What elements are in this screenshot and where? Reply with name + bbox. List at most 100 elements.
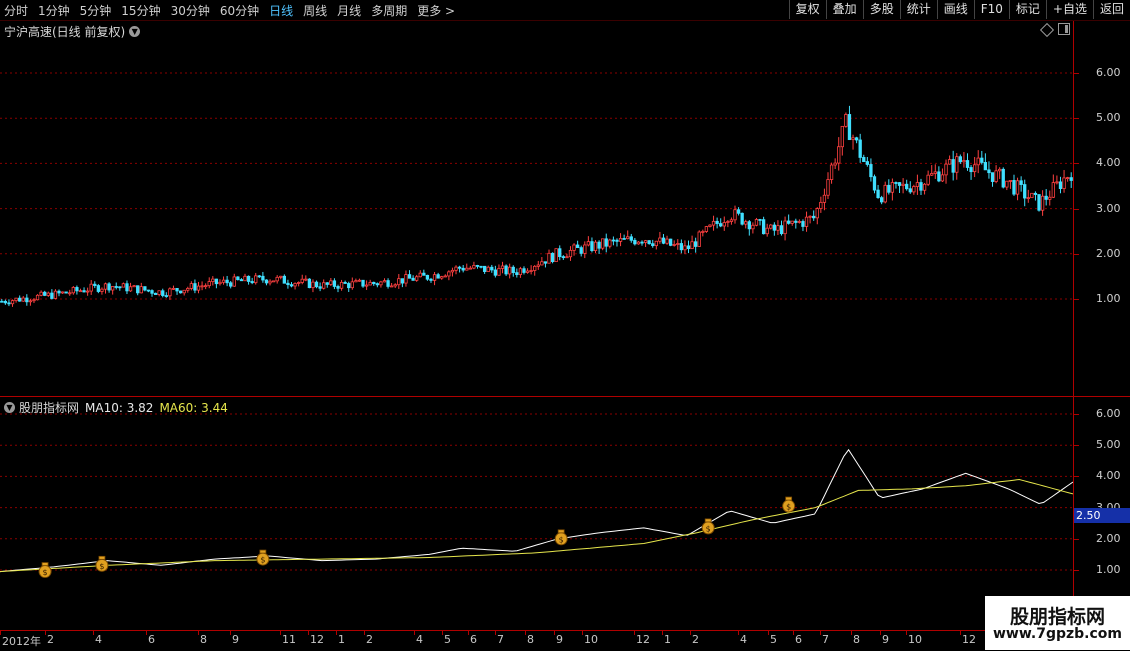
period-tab-0[interactable]: 分时 xyxy=(4,2,28,19)
candle xyxy=(754,217,759,227)
x-label-11: 5 xyxy=(444,633,451,646)
candle xyxy=(429,277,433,283)
candle xyxy=(121,282,126,288)
candle xyxy=(329,278,333,286)
candle xyxy=(558,245,562,261)
toolbar-button-2[interactable]: 多股 xyxy=(862,0,900,19)
indicator-pane[interactable]: ▼ 股朋指标网 MA10: 3.82 MA60: 3.44 $ $ $ $ $ $ xyxy=(0,397,1073,630)
period-tab-2[interactable]: 5分钟 xyxy=(80,2,112,19)
candle xyxy=(654,240,658,250)
candle xyxy=(497,264,501,276)
candle xyxy=(601,238,605,251)
x-tick xyxy=(960,631,961,635)
candle xyxy=(930,165,934,176)
candle xyxy=(658,231,662,244)
x-tick xyxy=(525,631,526,635)
toolbar-button-6[interactable]: 标记 xyxy=(1008,0,1046,19)
candle xyxy=(579,245,583,257)
panel-toggle-icon[interactable] xyxy=(1058,23,1070,35)
candle xyxy=(744,219,748,229)
candle xyxy=(93,281,97,289)
candlestick-pane[interactable]: 宁沪高速(日线 前复权) ▼ xyxy=(0,21,1073,396)
candle xyxy=(404,270,408,287)
x-tick xyxy=(45,631,46,635)
candle xyxy=(425,274,430,281)
svg-text:$: $ xyxy=(786,503,791,512)
candle xyxy=(1019,176,1023,192)
candle xyxy=(815,207,819,225)
toolbar-button-7[interactable]: +自选 xyxy=(1045,0,1093,19)
candle xyxy=(407,270,412,279)
candle xyxy=(908,181,912,194)
period-tab-8[interactable]: 月线 xyxy=(337,2,361,19)
candle xyxy=(955,153,959,180)
money-bag-icon: $ xyxy=(95,555,109,572)
candle xyxy=(518,266,523,278)
x-label-6: 11 xyxy=(282,633,296,646)
toolbar-button-8[interactable]: 返回 xyxy=(1092,0,1130,19)
candle xyxy=(243,273,247,282)
candle xyxy=(447,270,451,281)
candle xyxy=(1033,191,1038,201)
x-tick xyxy=(414,631,415,635)
period-tab-1[interactable]: 1分钟 xyxy=(38,2,70,19)
candle xyxy=(879,195,884,205)
x-tick xyxy=(308,631,309,635)
candle xyxy=(465,263,469,271)
toolbar-button-1[interactable]: 叠加 xyxy=(825,0,863,19)
candle xyxy=(332,278,337,290)
candle xyxy=(922,182,927,195)
candle xyxy=(676,239,680,250)
candle xyxy=(533,265,537,276)
main-y-tick-4: 2.00 xyxy=(1096,246,1121,260)
candle xyxy=(118,286,122,291)
candle xyxy=(440,275,444,280)
candle xyxy=(343,280,347,284)
toolbar-button-3[interactable]: 统计 xyxy=(899,0,937,19)
x-label-18: 1 xyxy=(664,633,671,646)
candle xyxy=(661,234,666,245)
diamond-icon[interactable] xyxy=(1039,22,1055,38)
period-tab-6[interactable]: 日线 xyxy=(269,2,293,19)
candle xyxy=(643,239,648,247)
x-label-1: 2 xyxy=(47,633,54,646)
candle xyxy=(715,217,719,229)
period-tab-10[interactable]: 更多 > xyxy=(417,2,455,19)
ind-y-tick-5: 1.00 xyxy=(1096,563,1121,576)
candle xyxy=(475,264,480,269)
period-tab-7[interactable]: 周线 xyxy=(303,2,327,19)
toolbar-button-5[interactable]: F10 xyxy=(973,0,1009,19)
candle xyxy=(347,281,351,292)
period-tab-5[interactable]: 60分钟 xyxy=(220,2,259,19)
candle xyxy=(246,275,251,285)
candle xyxy=(221,276,226,285)
candle xyxy=(801,219,805,232)
candle xyxy=(314,280,319,289)
period-tab-3[interactable]: 15分钟 xyxy=(121,2,160,19)
candle xyxy=(282,274,286,284)
candle xyxy=(840,125,844,156)
candle xyxy=(111,286,115,295)
candle xyxy=(386,278,390,289)
candle xyxy=(622,234,626,240)
candle xyxy=(747,220,751,236)
candle xyxy=(736,207,741,216)
candlestick-chart xyxy=(0,72,1073,307)
candle xyxy=(472,261,476,270)
candle xyxy=(289,282,294,288)
candle xyxy=(905,179,909,191)
candle xyxy=(765,223,769,237)
candle xyxy=(393,283,397,289)
candle xyxy=(186,286,190,293)
x-label-9: 2 xyxy=(366,633,373,646)
candle xyxy=(68,289,72,296)
toolbar-button-0[interactable]: 复权 xyxy=(788,0,826,19)
toolbar-button-4[interactable]: 画线 xyxy=(936,0,974,19)
period-tab-4[interactable]: 30分钟 xyxy=(171,2,210,19)
period-tab-9[interactable]: 多周期 xyxy=(371,2,407,19)
candle xyxy=(411,275,415,281)
candle xyxy=(694,237,698,253)
candle xyxy=(161,288,165,298)
x-label-12: 6 xyxy=(470,633,477,646)
candle xyxy=(1051,174,1055,199)
